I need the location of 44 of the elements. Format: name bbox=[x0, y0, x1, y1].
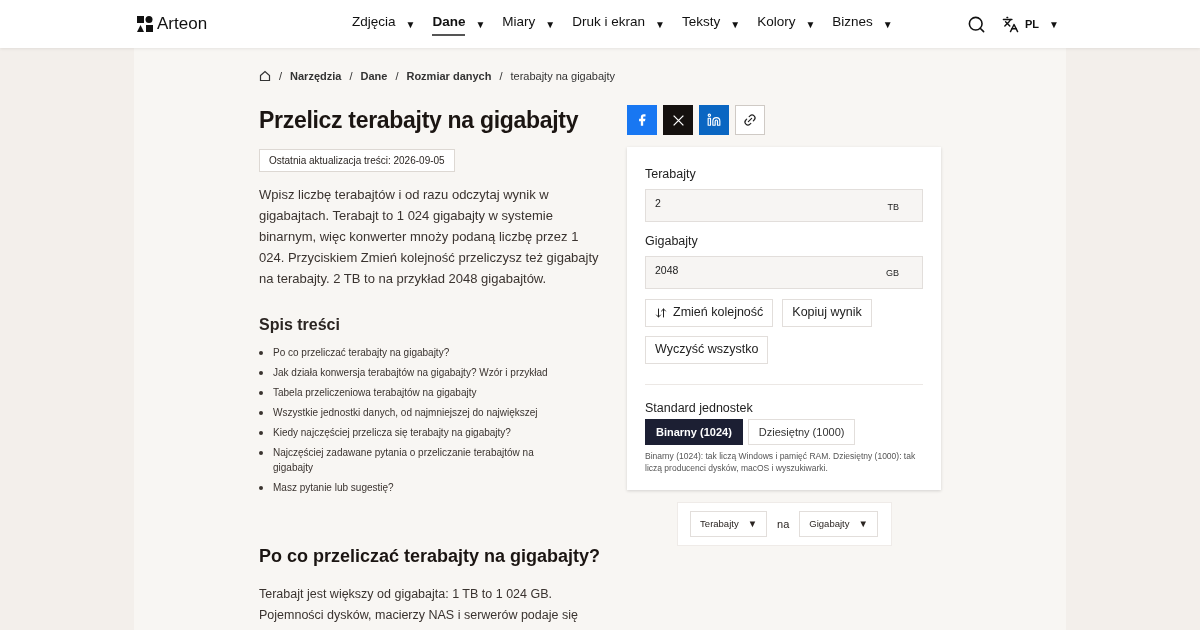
intro-paragraph: Wpisz liczbę terabajtów i od razu odczytaj wynik w gigabajtach. Terabajt to 1 024 gigabajty w systemie binarnym, więc konwerter mnoży podaną liczbę przez 1 024. Przyciskiem Zmień kolejność przeliczysz też gigabajty na terabajty. 2 TB to na przykład 2048 gigabajtów. bbox=[259, 185, 599, 288]
nav-menu[interactable]: Dane ▼ bbox=[432, 12, 486, 36]
standard-option[interactable]: Dziesiętny (1000) bbox=[747, 419, 856, 446]
toc-heading: Spis treści bbox=[259, 314, 341, 335]
action-button[interactable]: Wyczyść wszystko bbox=[645, 335, 769, 364]
logo-text: Arteon bbox=[157, 13, 208, 36]
section-heading: Po co przeliczać terabajty na gigabajty? bbox=[259, 544, 599, 568]
language-button[interactable]: PL ▼ bbox=[1002, 15, 1059, 33]
page-title: Przelicz terabajty na gigabajty bbox=[259, 106, 580, 135]
toc-link[interactable]: Tabela przeliczeniowa terabajtów na gigabajty bbox=[273, 384, 517, 400]
number-field[interactable]: 2048 GB bbox=[645, 255, 923, 289]
nav-menu[interactable]: Biznes ▼ bbox=[832, 12, 893, 36]
swap-button[interactable]: Zmień kolejność bbox=[645, 298, 774, 327]
nav-menu[interactable]: Kolory ▼ bbox=[757, 12, 816, 36]
field-label: Terabajty bbox=[645, 166, 697, 183]
toc-link[interactable]: Kiedy najczęściej przelicza się terabajty na gigabajty? bbox=[273, 424, 551, 440]
section-paragraph: Terabajt jest większy od gigabajta: 1 TB to 1 024 GB. Pojemności dysków, macierzy NAS i serwerów podaje się bbox=[259, 585, 579, 624]
breadcrumb-link[interactable]: Rozmiar danych bbox=[406, 67, 492, 85]
toc-link[interactable]: Wszystkie jednostki danych, od najmniejszej do największej bbox=[273, 404, 578, 420]
breadcrumb-link[interactable]: Narzędzia bbox=[290, 67, 342, 85]
nav-menu[interactable]: Teksty ▼ bbox=[681, 12, 741, 36]
field-label: Gigabajty bbox=[645, 232, 699, 250]
to-unit-dropdown[interactable]: Gigabajty ▼ bbox=[799, 511, 878, 538]
standard-option[interactable]: Binarny (1024) bbox=[645, 419, 743, 446]
toc-link[interactable]: Najczęściej zadawane pytania o przeliczanie terabajtów na gigabajty bbox=[273, 444, 599, 475]
toc-link[interactable]: Po co przeliczać terabajty na gigabajty? bbox=[273, 344, 490, 360]
breadcrumb-separator: / bbox=[279, 68, 283, 84]
breadcrumb-separator: / bbox=[499, 68, 503, 84]
from-unit-dropdown[interactable]: Terabajty ▼ bbox=[690, 511, 768, 538]
action-button[interactable]: Kopiuj wynik bbox=[782, 298, 872, 327]
breadcrumb-current: terabajty na gigabajty bbox=[510, 68, 616, 84]
joiner-text: na bbox=[777, 517, 790, 532]
nav-menu[interactable]: Druk i ekran ▼ bbox=[572, 12, 665, 36]
nav-menu[interactable]: Miary ▼ bbox=[502, 12, 556, 36]
number-field[interactable]: 2 TB bbox=[645, 188, 923, 222]
breadcrumb-link[interactable]: Dane bbox=[360, 67, 388, 85]
nav-menu[interactable]: Zdjęcia ▼ bbox=[352, 12, 416, 36]
toc-link[interactable]: Masz pytanie lub sugestię? bbox=[273, 479, 434, 495]
standard-note: Binarny (1024): tak liczą Windows i pamięć RAM. Dziesiętny (1000): tak liczą producenci dysków, macOS i wyszukiwarki. bbox=[645, 450, 917, 475]
standard-heading: Standard jednostek bbox=[645, 399, 754, 417]
breadcrumb-separator: / bbox=[349, 68, 353, 84]
update-date-badge: Ostatnia aktualizacja treści: 2026-09-05 bbox=[259, 148, 455, 172]
toc-link[interactable]: Jak działa konwersja terabajtów na gigabajty? Wzór i przykład bbox=[273, 364, 588, 380]
breadcrumb-separator: / bbox=[395, 68, 399, 84]
